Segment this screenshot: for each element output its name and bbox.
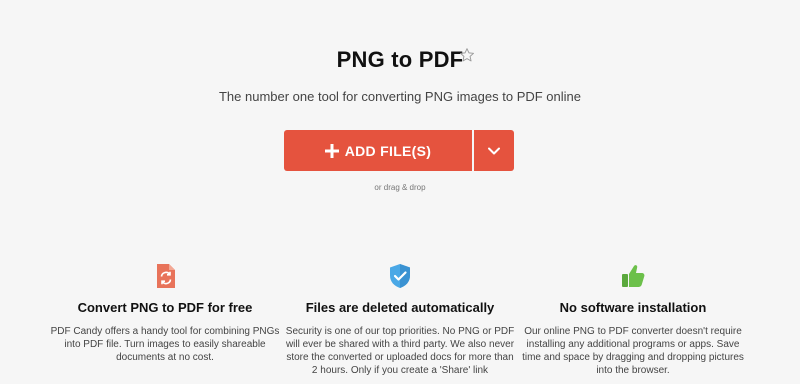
- feature-auto-deletion: Files are deleted automatically Security…: [285, 262, 515, 377]
- thumbs-up-icon: [622, 265, 645, 287]
- feature-no-installation: No software installation Our online PNG …: [518, 262, 748, 377]
- feature-title: Files are deleted automatically: [305, 300, 495, 315]
- convert-refresh-icon: [157, 264, 175, 288]
- star-icon[interactable]: [459, 47, 475, 63]
- feature-title: Convert PNG to PDF for free: [77, 300, 253, 315]
- page-subtitle: The number one tool for converting PNG i…: [218, 89, 581, 104]
- add-files-button[interactable]: ADD FILE(S): [284, 130, 472, 171]
- feature-description: PDF Candy offers a handy tool for combin…: [50, 326, 280, 363]
- plus-icon: [324, 143, 339, 158]
- drag-drop-hint: or drag & drop: [374, 183, 426, 192]
- upload-options-dropdown-button[interactable]: [474, 130, 514, 171]
- page-title: PNG to PDF: [336, 47, 464, 72]
- feature-description: Our online PNG to PDF converter doesn't …: [522, 326, 744, 376]
- page-header: PNG to PDF: [0, 47, 800, 77]
- feature-description: Security is one of our top priorities. N…: [285, 326, 515, 376]
- chevron-down-icon: [488, 147, 500, 154]
- feature-free-conversion: Convert PNG to PDF for free PDF Candy of…: [50, 262, 280, 364]
- shield-check-icon: [390, 264, 410, 288]
- add-files-label: ADD FILE(S): [344, 142, 432, 159]
- feature-title: No software installation: [559, 300, 707, 315]
